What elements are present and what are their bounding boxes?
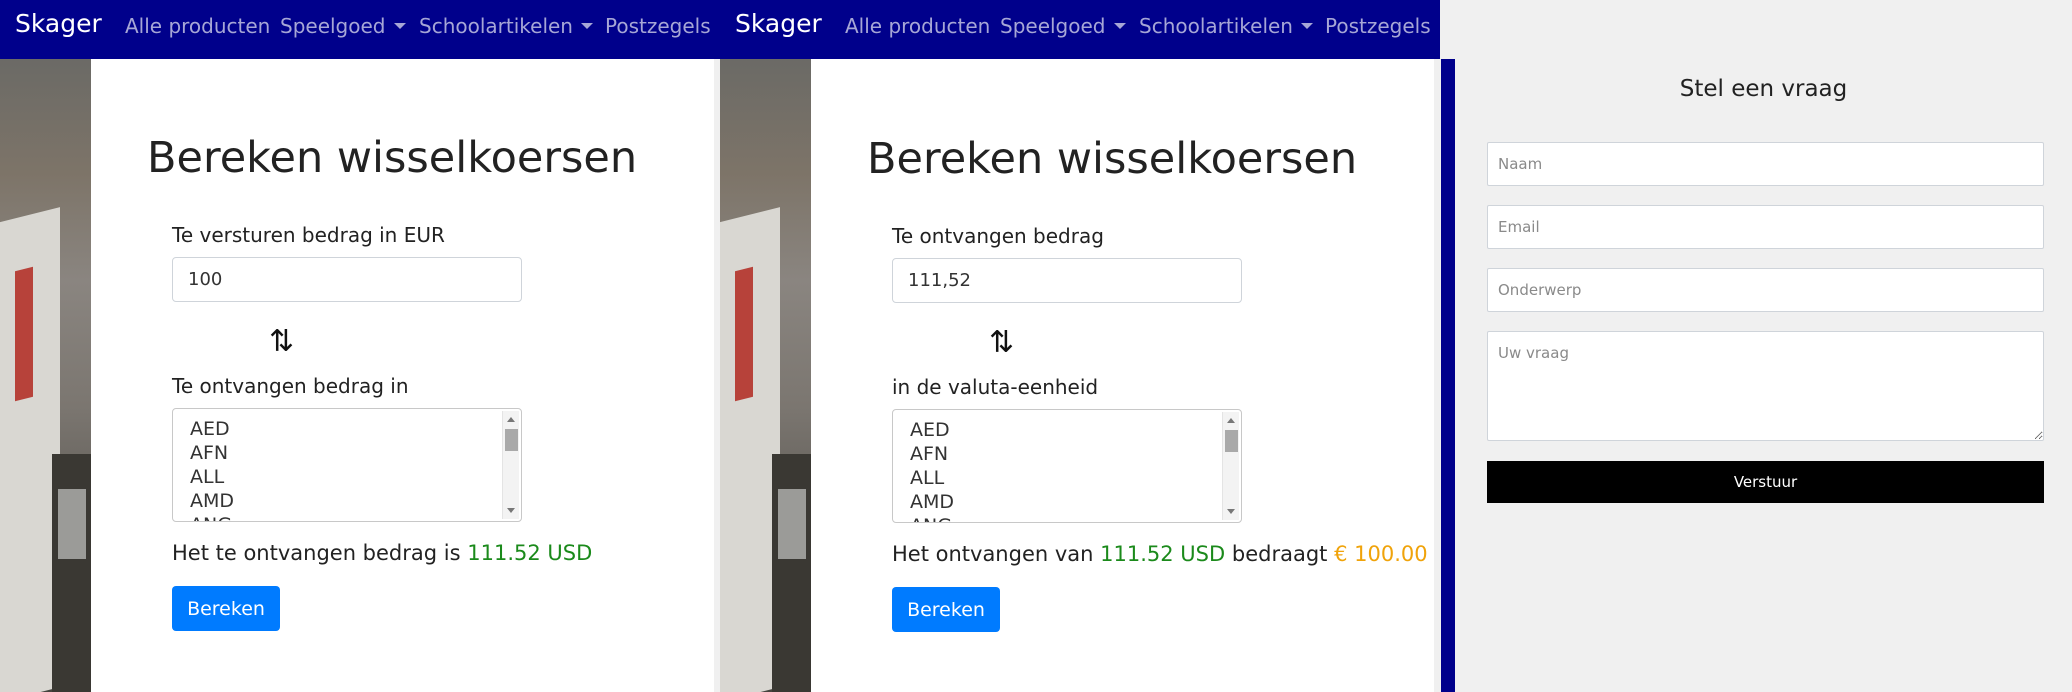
background-object [778,489,806,559]
currency-label: in de valuta-eenheid [892,375,1099,399]
background-poster-text [735,266,753,402]
navbar: Skager Alle producten Speelgoed Schoolar… [720,0,1440,59]
scroll-thumb[interactable] [505,429,518,451]
brand-logo[interactable]: Skager [735,9,822,38]
submit-button[interactable]: Verstuur [1487,461,2044,503]
page-title: Bereken wisselkoersen [867,134,1358,184]
listbox-scrollbar[interactable] [1222,412,1239,520]
currency-option[interactable]: AMD [190,489,234,513]
converter-card: Bereken wisselkoersen Te ontvangen bedra… [811,59,1434,692]
converter-card: Bereken wisselkoersen Te versturen bedra… [91,59,714,692]
scroll-thumb[interactable] [1225,430,1238,452]
currency-option[interactable]: ANG [190,513,232,521]
converter-pane-receive: Skager Alle producten Speelgoed Schoolar… [720,0,1440,692]
result-value: 111.52 USD [1100,542,1226,566]
contact-form-title: Stel een vraag [1679,76,1848,102]
nav-speelgoed[interactable]: Speelgoed [280,14,406,38]
name-field[interactable] [1487,142,2044,186]
nav-speelgoed[interactable]: Speelgoed [1000,14,1126,38]
nav-schoolartikelen[interactable]: Schoolartikelen [419,14,593,38]
navbar: Skager Alle producten Speelgoed Schoolar… [0,0,720,59]
background-object [58,489,86,559]
result-middle: bedraagt [1231,542,1328,566]
currency-listbox[interactable]: AED AFN ALL AMD ANG [892,409,1242,523]
scroll-up-icon[interactable] [507,417,515,422]
dropdown-caret-icon [393,23,406,29]
amount-input[interactable] [892,258,1242,303]
calculate-button[interactable]: Bereken [892,587,1000,632]
nav-postzegels[interactable]: Postzegels [605,14,711,38]
swap-arrows-icon[interactable]: ⇅ [989,328,1014,358]
result-text: Het te ontvangen bedrag is 111.52 USD [172,541,592,565]
result-eur-value: € 100.00 [1334,542,1428,566]
amount-label: Te versturen bedrag in EUR [172,223,445,247]
currency-option[interactable]: AED [190,417,230,441]
listbox-scrollbar[interactable] [502,411,519,519]
result-text: Het ontvangen van 111.52 USD bedraagt € … [892,542,1428,566]
background-photo [0,59,91,692]
scroll-up-icon[interactable] [1227,418,1235,423]
contact-form-panel: Stel een vraag Verstuur [1455,0,2072,692]
result-prefix: Het ontvangen van [892,542,1094,566]
swap-arrows-icon[interactable]: ⇅ [269,327,294,357]
email-field[interactable] [1487,205,2044,249]
result-prefix: Het te ontvangen bedrag is [172,541,461,565]
background-poster-text [15,266,33,402]
result-value: 111.52 USD [467,541,593,565]
currency-option[interactable]: ALL [910,466,944,490]
scroll-down-icon[interactable] [507,508,515,513]
dropdown-caret-icon [580,23,593,29]
currency-option[interactable]: AFN [910,442,948,466]
divider-strip [1441,59,1455,692]
background-photo [720,59,811,692]
nav-speelgoed-label: Speelgoed [1000,14,1106,38]
nav-schoolartikelen[interactable]: Schoolartikelen [1139,14,1313,38]
amount-input[interactable] [172,257,522,302]
currency-listbox[interactable]: AED AFN ALL AMD ANG [172,408,522,522]
currency-option[interactable]: AED [910,418,950,442]
currency-option[interactable]: ALL [190,465,224,489]
converter-pane-send: Skager Alle producten Speelgoed Schoolar… [0,0,720,692]
nav-schoolartikelen-label: Schoolartikelen [419,14,573,38]
currency-label: Te ontvangen bedrag in [172,374,409,398]
calculate-button[interactable]: Bereken [172,586,280,631]
nav-alle-producten[interactable]: Alle producten [845,14,990,38]
page-title: Bereken wisselkoersen [147,133,638,183]
brand-logo[interactable]: Skager [15,9,102,38]
question-textarea[interactable] [1487,331,2044,441]
nav-alle-producten[interactable]: Alle producten [125,14,270,38]
dropdown-caret-icon [1300,23,1313,29]
subject-field[interactable] [1487,268,2044,312]
dropdown-caret-icon [1113,23,1126,29]
currency-option[interactable]: AFN [190,441,228,465]
currency-option[interactable]: AMD [910,490,954,514]
nav-postzegels[interactable]: Postzegels [1325,14,1431,38]
currency-option[interactable]: ANG [910,514,952,522]
nav-speelgoed-label: Speelgoed [280,14,386,38]
scroll-down-icon[interactable] [1227,509,1235,514]
amount-label: Te ontvangen bedrag [892,224,1104,248]
nav-schoolartikelen-label: Schoolartikelen [1139,14,1293,38]
